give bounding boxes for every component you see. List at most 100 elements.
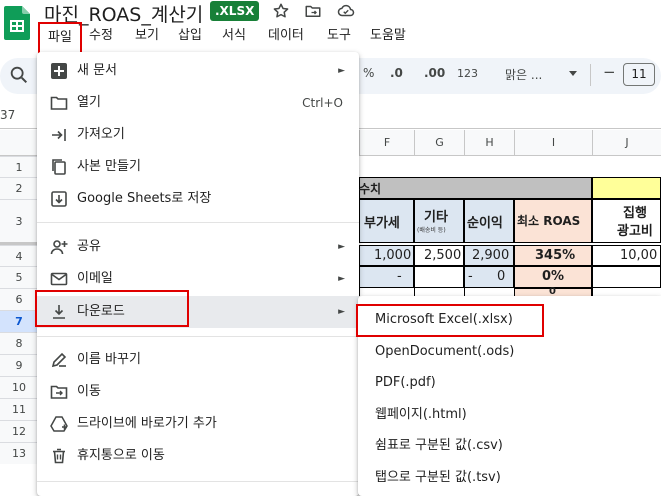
- menu-view[interactable]: 보기: [135, 24, 159, 48]
- menu-item-rename[interactable]: 이름 바꾸기: [37, 344, 359, 376]
- submenu-item-label: OpenDocument(.ods): [375, 344, 515, 359]
- cell-value: 1,000: [374, 248, 412, 263]
- menu-item-share[interactable]: 공유 ►: [37, 231, 359, 263]
- menu-divider: [37, 481, 359, 482]
- share-person-icon: [50, 238, 68, 256]
- menu-divider: [37, 336, 359, 337]
- shortcut-text: Ctrl+O: [302, 96, 343, 110]
- column-header-g[interactable]: G: [414, 130, 464, 156]
- cell-value: 0%: [542, 269, 565, 284]
- cloud-status-icon[interactable]: [336, 2, 356, 22]
- submenu-arrow-icon: ►: [338, 274, 345, 284]
- download-tsv-item[interactable]: 탭으로 구분된 값(.tsv): [358, 462, 661, 494]
- row-header[interactable]: 8: [0, 332, 38, 354]
- rename-icon: [50, 351, 68, 369]
- menu-item-label: 열기: [77, 95, 101, 110]
- menu-item-trash[interactable]: 휴지통으로 이동: [37, 440, 359, 472]
- menu-item-add-shortcut[interactable]: 드라이브에 바로가기 추가: [37, 408, 359, 440]
- cell-border: [414, 288, 415, 296]
- menu-tools[interactable]: 도구: [327, 24, 351, 48]
- row-header[interactable]: 9: [0, 354, 38, 376]
- drive-shortcut-icon: [50, 415, 68, 433]
- menu-item-label: Google Sheets로 저장: [77, 191, 212, 206]
- column-header-i[interactable]: I: [514, 130, 592, 156]
- row-header[interactable]: 2: [0, 177, 38, 199]
- cell[interactable]: [592, 266, 661, 288]
- row-header-selected[interactable]: 7: [0, 310, 38, 332]
- cell-value: 2,500: [424, 248, 462, 263]
- row-header[interactable]: 13: [0, 442, 38, 464]
- row-header[interactable]: 10: [0, 376, 38, 398]
- row-header[interactable]: 11: [0, 398, 38, 420]
- menu-item-open[interactable]: 열기 Ctrl+O: [37, 87, 359, 119]
- header-execution-label-2: 광고비: [617, 224, 653, 239]
- row-header[interactable]: 1: [0, 156, 38, 177]
- font-family-select[interactable]: 맑은 ...: [505, 66, 542, 83]
- column-header-f[interactable]: F: [359, 130, 414, 156]
- move-folder-icon: [50, 383, 68, 401]
- xlsx-highlight-box: [356, 304, 544, 337]
- menu-item-import[interactable]: 가져오기: [37, 119, 359, 151]
- row-header[interactable]: 3: [0, 199, 38, 243]
- download-csv-item[interactable]: 쉼표로 구분된 값(.csv): [358, 430, 661, 462]
- row-header[interactable]: 4: [0, 245, 38, 266]
- menu-item-make-copy[interactable]: 사본 만들기: [37, 151, 359, 183]
- row-header[interactable]: 5: [0, 266, 38, 288]
- email-icon: [50, 270, 68, 288]
- sheets-logo-icon[interactable]: [4, 6, 30, 40]
- submenu-arrow-icon: ►: [338, 307, 345, 317]
- decrease-decimals-button[interactable]: .0: [390, 66, 403, 80]
- column-header-j[interactable]: J: [592, 130, 661, 156]
- header-other-sublabel: (배송비 등): [417, 227, 446, 234]
- menu-item-label: 가져오기: [77, 127, 125, 142]
- header-net-profit-label: 순이익: [467, 216, 503, 231]
- menu-edit[interactable]: 수정: [89, 24, 113, 48]
- download-html-item[interactable]: 웹페이지(.html): [358, 399, 661, 431]
- header-band-cell[interactable]: [359, 177, 592, 199]
- menu-insert[interactable]: 삽입: [178, 24, 202, 48]
- menu-file[interactable]: 파일: [38, 22, 82, 56]
- trash-icon: [50, 447, 68, 465]
- menu-help[interactable]: 도움말: [370, 24, 406, 48]
- menu-item-new[interactable]: 새 문서 ►: [37, 55, 359, 87]
- menu-data[interactable]: 데이터: [268, 24, 304, 48]
- copy-icon: [50, 158, 68, 176]
- menu-item-label: 이동: [77, 384, 101, 399]
- cell-value: 2,900: [472, 248, 510, 263]
- header-other-label: 기타: [424, 210, 448, 225]
- submenu-item-label: 웹페이지(.html): [375, 407, 467, 422]
- star-icon[interactable]: [272, 2, 292, 22]
- number-format-button[interactable]: 123: [457, 67, 478, 80]
- menu-item-move[interactable]: 이동: [37, 376, 359, 408]
- submenu-arrow-icon: ►: [338, 66, 345, 76]
- cell-value: -: [468, 269, 473, 284]
- header-vat-label: 부가세: [364, 216, 400, 231]
- cell-value: 0: [549, 287, 556, 296]
- cell[interactable]: [414, 266, 464, 288]
- submenu-item-label: 쉼표로 구분된 값(.csv): [375, 438, 503, 453]
- font-size-decrease-button[interactable]: −: [603, 63, 616, 81]
- header-execution-label: 집행: [623, 206, 647, 221]
- move-folder-icon[interactable]: [304, 2, 324, 22]
- search-menus-icon[interactable]: [8, 64, 30, 90]
- row-header[interactable]: 12: [0, 420, 38, 442]
- column-header-h[interactable]: H: [464, 130, 514, 156]
- menu-item-save-as-sheets[interactable]: Google Sheets로 저장: [37, 183, 359, 215]
- grid-plus-icon: [50, 62, 68, 80]
- menu-format[interactable]: 서식: [222, 24, 246, 48]
- cell-border: [359, 288, 360, 296]
- menu-divider: [37, 222, 359, 223]
- increase-decimals-button[interactable]: .00: [424, 66, 445, 80]
- execution-band-cell[interactable]: [592, 177, 661, 199]
- row-header[interactable]: 6: [0, 288, 38, 310]
- download-ods-item[interactable]: OpenDocument(.ods): [358, 336, 661, 368]
- format-percent-button[interactable]: %: [363, 66, 374, 80]
- folder-open-icon: [50, 94, 68, 112]
- download-pdf-item[interactable]: PDF(.pdf): [358, 367, 661, 399]
- font-size-input[interactable]: 11: [623, 63, 655, 86]
- cell[interactable]: [359, 266, 414, 288]
- header-band-text: 수치: [359, 182, 382, 196]
- import-icon: [50, 126, 68, 144]
- submenu-item-label: 탭으로 구분된 값(.tsv): [375, 470, 501, 485]
- name-box[interactable]: 37: [0, 108, 15, 122]
